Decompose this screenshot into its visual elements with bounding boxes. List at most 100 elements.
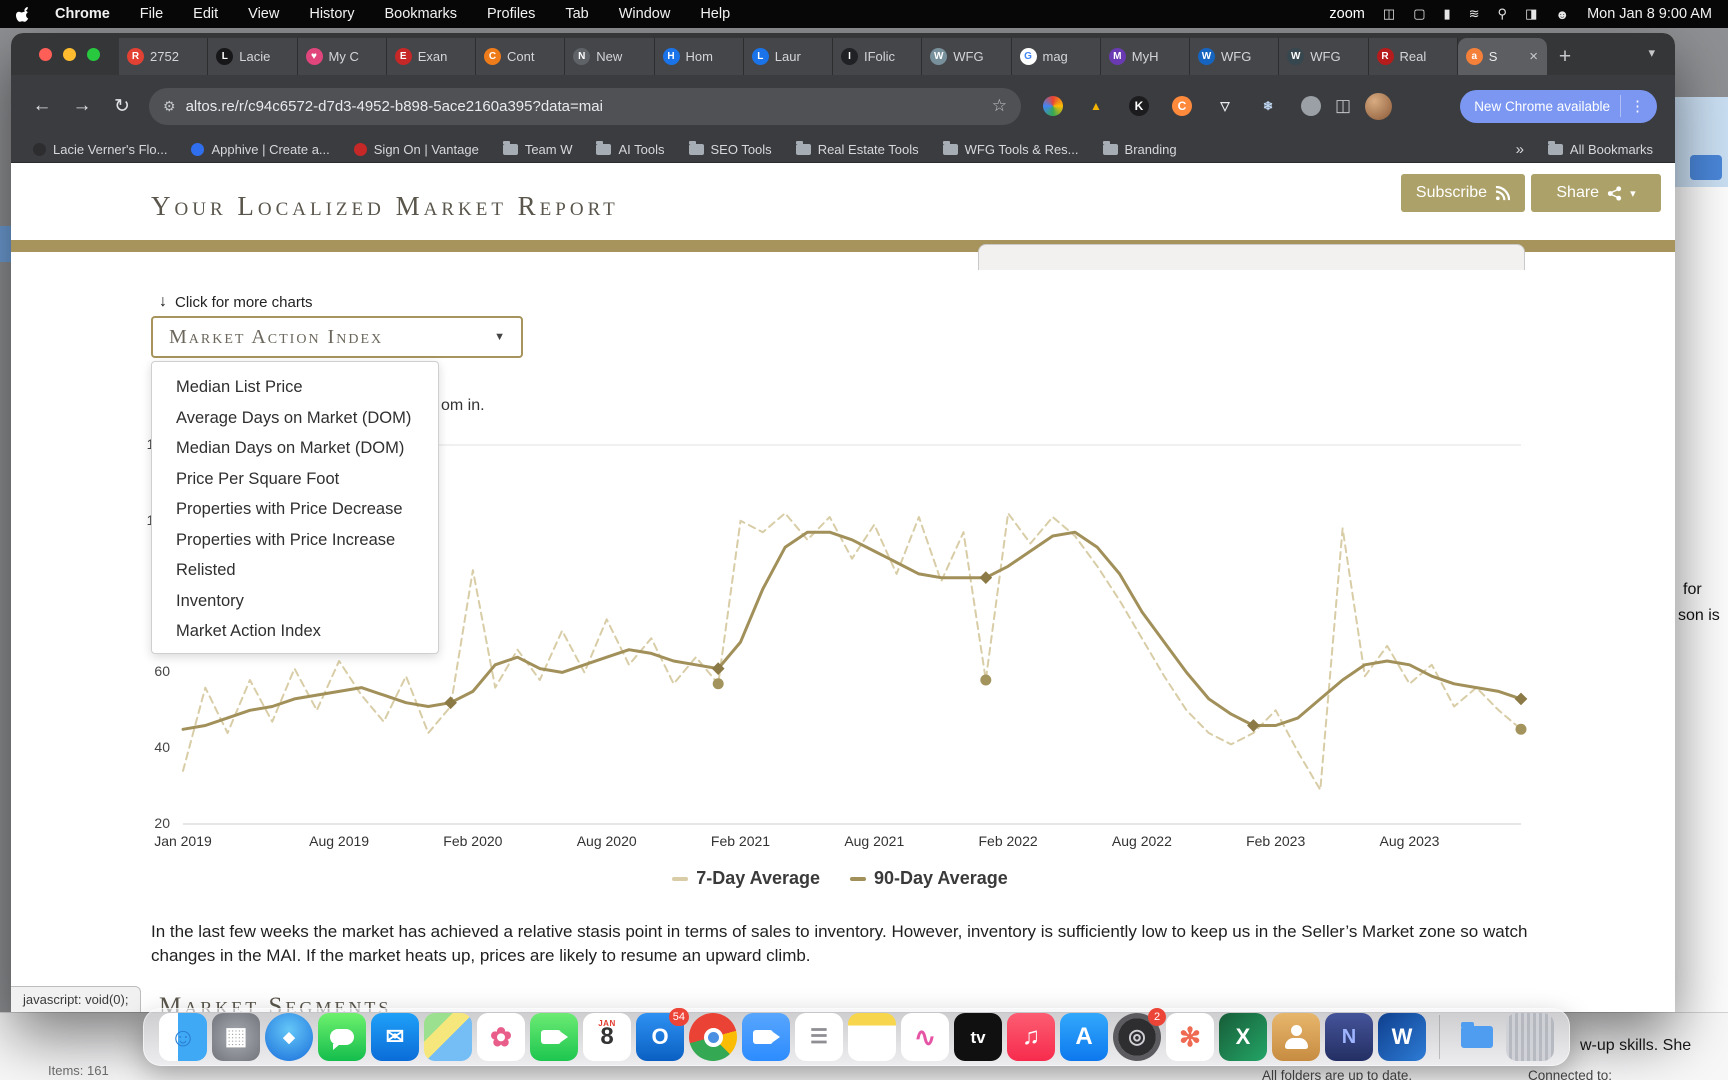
dock-excel-icon[interactable]: X xyxy=(1219,1013,1267,1061)
chart-selector-button[interactable]: Market Action Index ▼ xyxy=(151,316,523,358)
dock-chrome-icon[interactable] xyxy=(689,1013,737,1061)
dock-calendar-icon[interactable]: JAN 8 xyxy=(583,1013,631,1061)
dock-navy-app-icon[interactable]: N xyxy=(1325,1013,1373,1061)
dropdown-option[interactable]: Median List Price xyxy=(152,372,438,403)
bookmark-item[interactable]: WFG Tools & Res... xyxy=(942,141,1079,157)
side-panel-icon[interactable]: ◫ xyxy=(1335,96,1351,116)
menu-bar-item[interactable]: Profiles xyxy=(487,6,535,22)
dropdown-option[interactable]: Relisted xyxy=(152,555,438,586)
url-text[interactable]: altos.re/r/c94c6572-d7d3-4952-b898-5ace2… xyxy=(186,98,982,115)
dropdown-option[interactable]: Properties with Price Increase xyxy=(152,525,438,556)
bookmark-item[interactable]: Sign On | Vantage xyxy=(353,142,479,157)
address-bar[interactable]: ⚙ altos.re/r/c94c6572-d7d3-4952-b898-5ac… xyxy=(149,87,1021,125)
bookmark-star-icon[interactable]: ☆ xyxy=(992,96,1007,116)
snowflake-extension-icon[interactable]: ❄ xyxy=(1258,96,1278,116)
user-icon[interactable]: ☻ xyxy=(1555,7,1569,22)
bookmark-item[interactable]: Team W xyxy=(502,141,572,157)
menu-bar-item[interactable]: Chrome xyxy=(55,6,110,22)
control-center-icon[interactable]: ◨ xyxy=(1525,6,1537,22)
menu-bar-item[interactable]: View xyxy=(248,6,279,22)
new-tab-button[interactable]: + xyxy=(1547,38,1583,75)
browser-tab[interactable]: I IFolic xyxy=(833,38,923,75)
zoom-menu-item[interactable]: zoom xyxy=(1329,6,1364,22)
apple-logo-icon[interactable] xyxy=(16,6,31,23)
flask-extension-icon[interactable]: ▽ xyxy=(1215,96,1235,116)
dock-pinwheel-app-icon[interactable]: ✻ xyxy=(1166,1013,1214,1061)
bookmark-item[interactable]: SEO Tools xyxy=(688,141,772,157)
browser-tab[interactable]: W WFG xyxy=(922,38,1012,75)
dock-zoom-icon[interactable] xyxy=(742,1013,790,1061)
click-for-more-charts[interactable]: ↓ Click for more charts xyxy=(159,293,313,311)
dropdown-option[interactable]: Average Days on Market (DOM) xyxy=(152,403,438,434)
dock-appstore-icon[interactable]: A xyxy=(1060,1013,1108,1061)
dock-trash-icon[interactable] xyxy=(1506,1013,1554,1061)
bookmark-item[interactable]: AI Tools xyxy=(596,141,665,157)
dock-word-icon[interactable]: W xyxy=(1378,1013,1426,1061)
dock-dark-circle-app-icon[interactable]: ◎ 2 xyxy=(1113,1008,1166,1061)
wifi-icon[interactable]: ≋ xyxy=(1469,6,1480,22)
browser-tab[interactable]: E Exan xyxy=(386,38,476,75)
dock-finder-icon[interactable]: ☺ xyxy=(159,1013,207,1061)
subscribe-button[interactable]: Subscribe xyxy=(1401,174,1525,212)
spotlight-icon[interactable]: ⚲ xyxy=(1498,6,1508,22)
browser-menu-icon[interactable]: ⋮ xyxy=(1620,95,1651,117)
dock-launchpad-icon[interactable]: ▦ xyxy=(212,1013,260,1061)
menu-bar-item[interactable]: Bookmarks xyxy=(384,6,457,22)
browser-tab[interactable]: ♥ My C xyxy=(297,38,387,75)
menu-bar-item[interactable]: History xyxy=(309,6,354,22)
dock-appletv-icon[interactable]: tv xyxy=(954,1013,1002,1061)
browser-tab[interactable]: G mag xyxy=(1011,38,1101,75)
browser-tab[interactable]: a S × xyxy=(1457,38,1547,75)
menu-bar-item[interactable]: Edit xyxy=(193,6,218,22)
back-button[interactable]: ← xyxy=(29,95,55,117)
battery-icon[interactable]: ▮ xyxy=(1443,6,1450,22)
bookmark-item[interactable]: Real Estate Tools xyxy=(795,141,919,157)
reload-button[interactable]: ↻ xyxy=(109,95,135,118)
dock-reminders-icon[interactable]: ☰ xyxy=(795,1013,843,1061)
menu-bar-item[interactable]: Window xyxy=(619,6,671,22)
dock-messages-icon[interactable] xyxy=(318,1013,366,1061)
dock-downloads-icon[interactable] xyxy=(1453,1013,1501,1061)
browser-tab[interactable]: R Real xyxy=(1368,38,1458,75)
dock-outlook-icon[interactable]: O 54 xyxy=(636,1008,689,1061)
dropdown-option[interactable]: Price Per Square Foot xyxy=(152,464,438,495)
dropdown-option[interactable]: Median Days on Market (DOM) xyxy=(152,433,438,464)
cat-extension-icon[interactable]: C xyxy=(1172,96,1192,116)
drive-extension-icon[interactable]: ▲ xyxy=(1086,96,1106,116)
bookmark-item[interactable]: Apphive | Create a... xyxy=(191,142,330,157)
screen-mirroring-icon[interactable]: ◫ xyxy=(1383,6,1395,22)
tab-close-icon[interactable]: × xyxy=(1529,48,1538,65)
all-bookmarks-button[interactable]: All Bookmarks xyxy=(1547,141,1653,157)
menu-bar-item[interactable]: File xyxy=(140,6,163,22)
browser-tab[interactable]: L Lacie xyxy=(208,38,298,75)
dock-mail-icon[interactable]: ✉ xyxy=(371,1013,419,1061)
dock-notes-icon[interactable] xyxy=(848,1013,896,1061)
close-window-button[interactable] xyxy=(39,48,52,61)
bookmark-item[interactable]: Branding xyxy=(1102,141,1177,157)
browser-tab[interactable]: W WFG xyxy=(1190,38,1280,75)
menu-bar-item[interactable]: Tab xyxy=(565,6,588,22)
dock-photos-icon[interactable]: ✿ xyxy=(477,1013,525,1061)
minimize-window-button[interactable] xyxy=(63,48,76,61)
browser-tab[interactable]: C Cont xyxy=(476,38,566,75)
menu-bar-clock[interactable]: Mon Jan 8 9:00 AM xyxy=(1587,6,1712,22)
browser-tab[interactable]: W WFG xyxy=(1279,38,1369,75)
dropdown-option[interactable]: Market Action Index xyxy=(152,616,438,647)
forward-button[interactable]: → xyxy=(69,95,95,117)
browser-tab[interactable]: L Laur xyxy=(743,38,833,75)
dock-maps-icon[interactable] xyxy=(424,1013,472,1061)
browser-tab[interactable]: N New xyxy=(565,38,655,75)
menu-bar-item[interactable]: Help xyxy=(700,6,730,22)
bookmark-item[interactable]: Lacie Verner's Flo... xyxy=(33,142,167,157)
bookmarks-overflow-chevron[interactable]: » xyxy=(1516,141,1524,158)
dock-music-icon[interactable]: ♫ xyxy=(1007,1013,1055,1061)
puzzle-extension-icon[interactable] xyxy=(1301,96,1321,116)
share-button[interactable]: Share ▾ xyxy=(1531,174,1661,212)
browser-tab[interactable]: M MyH xyxy=(1100,38,1190,75)
palette-extension-icon[interactable] xyxy=(1043,96,1063,116)
profile-avatar[interactable] xyxy=(1365,92,1393,120)
fullscreen-window-button[interactable] xyxy=(87,48,100,61)
tab-search-chevron-icon[interactable]: ▾ xyxy=(1648,45,1655,61)
k-extension-icon[interactable]: K xyxy=(1129,96,1149,116)
dock-facetime-icon[interactable] xyxy=(530,1013,578,1061)
